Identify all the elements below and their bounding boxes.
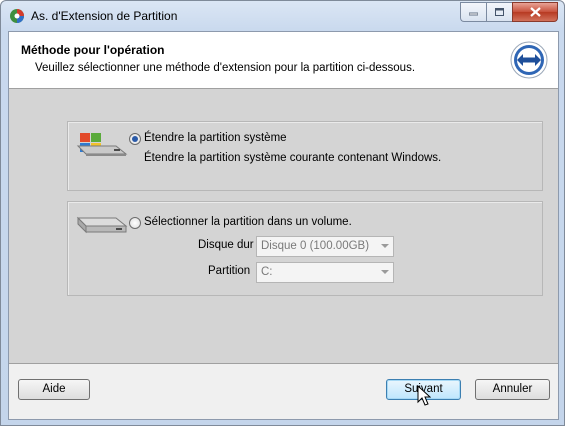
chevron-down-icon xyxy=(381,270,389,274)
wizard-header: Méthode pour l'opération Veuillez sélect… xyxy=(9,32,558,89)
mouse-cursor-icon xyxy=(417,385,431,406)
minimize-button[interactable] xyxy=(460,2,486,22)
extend-arrows-icon xyxy=(510,41,548,79)
maximize-button[interactable] xyxy=(486,2,512,22)
partition-select-value: C: xyxy=(261,266,273,278)
title-bar[interactable]: As. d'Extension de Partition xyxy=(1,1,564,31)
options-area: Étendre la partition système Étendre la … xyxy=(9,89,558,364)
help-button[interactable]: Aide xyxy=(18,379,90,400)
partition-label: Partition xyxy=(208,265,251,277)
close-button[interactable] xyxy=(512,2,558,22)
maximize-icon xyxy=(495,8,504,16)
disk-select[interactable]: Disque 0 (100.00GB) xyxy=(256,236,394,257)
close-icon xyxy=(529,7,541,17)
extend-system-description: Étendre la partition système courante co… xyxy=(144,152,442,164)
select-volume-radio[interactable] xyxy=(129,217,141,229)
button-bar: Aide Suivant Annuler xyxy=(9,364,558,419)
wizard-window: As. d'Extension de Partition Méthode pou… xyxy=(0,0,565,426)
extend-system-label[interactable]: Étendre la partition système xyxy=(144,132,287,144)
wizard-client: Méthode pour l'opération Veuillez sélect… xyxy=(8,31,559,420)
chevron-down-icon xyxy=(381,244,389,248)
select-volume-label[interactable]: Sélectionner la partition dans un volume… xyxy=(144,216,352,228)
page-subtitle: Veuillez sélectionner une méthode d'exte… xyxy=(35,62,416,74)
extend-system-radio[interactable] xyxy=(129,133,141,145)
windows-drive-icon xyxy=(76,133,128,156)
partition-select[interactable]: C: xyxy=(256,262,394,283)
volume-partition-group: Sélectionner la partition dans un volume… xyxy=(67,201,543,296)
disk-select-value: Disque 0 (100.00GB) xyxy=(261,240,370,252)
caption-buttons xyxy=(460,2,558,22)
minimize-icon xyxy=(469,12,478,16)
cancel-button[interactable]: Annuler xyxy=(475,379,550,400)
page-title: Méthode pour l'opération xyxy=(21,43,165,57)
app-icon xyxy=(10,9,24,23)
window-title: As. d'Extension de Partition xyxy=(31,9,178,23)
drive-icon xyxy=(76,216,128,234)
disk-label: Disque dur xyxy=(198,239,254,251)
system-partition-group: Étendre la partition système Étendre la … xyxy=(67,121,543,191)
